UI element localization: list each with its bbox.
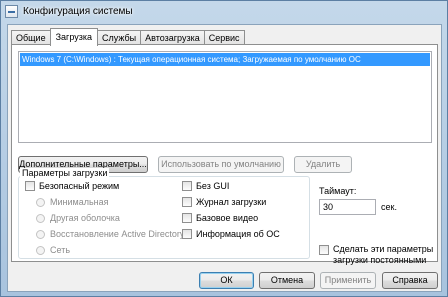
ok-button[interactable]: ОК	[199, 272, 254, 289]
system-configuration-window: Конфигурация системы Общие Загрузка Служ…	[0, 0, 448, 297]
network-label: Сеть	[50, 245, 71, 255]
os-info-label: Информация об ОС	[196, 229, 280, 239]
radio-circle[interactable]	[36, 229, 45, 239]
set-default-button[interactable]: Использовать по умолчанию	[158, 156, 284, 173]
minimal-radio[interactable]: Минимальная	[36, 197, 109, 207]
tab-strip: Общие Загрузка Службы Автозагрузка Серви…	[11, 28, 245, 46]
window-title: Конфигурация системы	[23, 6, 133, 17]
cancel-button[interactable]: Отмена	[259, 272, 315, 289]
make-permanent-line-1: Сделать эти параметры	[333, 244, 434, 254]
radio-circle[interactable]	[36, 245, 45, 255]
boot-log-checkbox[interactable]: Журнал загрузки	[182, 197, 266, 207]
safe-boot-label: Безопасный режим	[39, 181, 120, 191]
tab-tools[interactable]: Сервис	[203, 30, 245, 45]
ad-repair-label: Восстановление Active Directory	[50, 229, 185, 239]
ad-repair-radio[interactable]: Восстановление Active Directory	[36, 229, 184, 239]
delete-button[interactable]: Удалить	[294, 156, 352, 173]
checkbox-box[interactable]	[182, 197, 192, 207]
app-icon	[5, 5, 18, 18]
boot-options-title: Параметры загрузки	[20, 168, 110, 178]
checkbox-box[interactable]	[25, 181, 35, 191]
apply-button[interactable]: Применить	[320, 272, 376, 289]
make-permanent-line-2: загрузки постоянными	[333, 255, 427, 265]
checkbox-box[interactable]	[182, 181, 192, 191]
dialog-client-area: Общие Загрузка Службы Автозагрузка Серви…	[7, 24, 442, 292]
safe-boot-checkbox[interactable]: Безопасный режим	[25, 181, 119, 191]
title-bar[interactable]: Конфигурация системы	[1, 1, 447, 23]
timeout-label: Таймаут:	[319, 186, 357, 196]
timeout-unit: сек.	[381, 202, 397, 212]
alternate-shell-label: Другая оболочка	[50, 213, 120, 223]
base-video-label: Базовое видео	[196, 213, 259, 223]
network-radio[interactable]: Сеть	[36, 245, 70, 255]
help-button[interactable]: Справка	[382, 272, 438, 289]
tab-boot[interactable]: Загрузка	[49, 28, 98, 46]
no-gui-checkbox[interactable]: Без GUI	[182, 181, 229, 191]
os-list[interactable]: Windows 7 (C:\Windows) : Текущая операци…	[18, 51, 432, 143]
os-list-item[interactable]: Windows 7 (C:\Windows) : Текущая операци…	[20, 53, 430, 66]
make-permanent-checkbox[interactable]: Сделать эти параметры загрузки постоянны…	[319, 244, 433, 266]
tab-services[interactable]: Службы	[97, 30, 142, 45]
no-gui-label: Без GUI	[196, 181, 230, 191]
tab-startup[interactable]: Автозагрузка	[140, 30, 205, 45]
boot-tab-panel: Windows 7 (C:\Windows) : Текущая операци…	[11, 44, 438, 265]
checkbox-box[interactable]	[319, 245, 329, 255]
timeout-input[interactable]: 30	[319, 199, 376, 215]
checkbox-box[interactable]	[182, 229, 192, 239]
tab-general[interactable]: Общие	[11, 30, 51, 45]
base-video-checkbox[interactable]: Базовое видео	[182, 213, 258, 223]
minimal-label: Минимальная	[50, 197, 109, 207]
boot-log-label: Журнал загрузки	[196, 197, 267, 207]
os-info-checkbox[interactable]: Информация об ОС	[182, 229, 280, 239]
make-permanent-label: Сделать эти параметры загрузки постоянны…	[333, 244, 433, 266]
radio-circle[interactable]	[36, 197, 45, 207]
radio-circle[interactable]	[36, 213, 45, 223]
alternate-shell-radio[interactable]: Другая оболочка	[36, 213, 120, 223]
checkbox-box[interactable]	[182, 213, 192, 223]
